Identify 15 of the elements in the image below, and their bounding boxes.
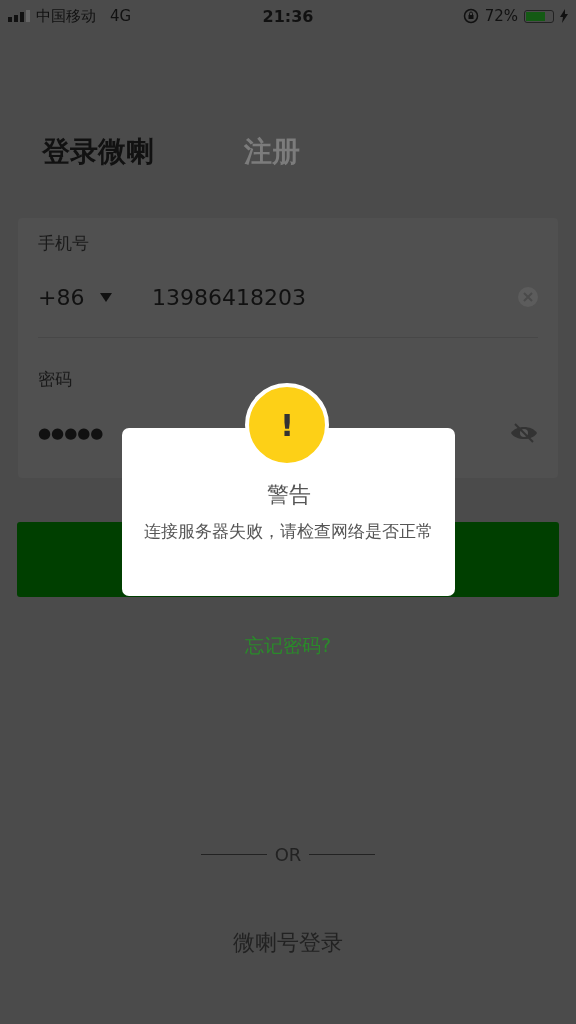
alert-message: 连接服务器失败，请检查网络是否正常: [143, 520, 434, 543]
rotation-lock-icon: [462, 8, 479, 24]
country-code[interactable]: +86: [38, 284, 90, 310]
eye-hidden-icon[interactable]: [510, 422, 538, 444]
clock-time: 21:36: [262, 6, 314, 26]
signal-icon: [8, 10, 30, 22]
network-type: 4G: [110, 7, 132, 25]
charging-bolt-icon: [560, 9, 568, 23]
phone-input[interactable]: 13986418203: [152, 284, 518, 310]
forgot-password-link[interactable]: 忘记密码?: [244, 633, 332, 659]
battery-percent: 72%: [484, 7, 518, 25]
battery-icon: [524, 9, 554, 23]
caret-icon[interactable]: [100, 292, 112, 302]
alert-title: 警告: [265, 481, 312, 509]
tab[interactable]: 登录微喇: [42, 132, 154, 172]
